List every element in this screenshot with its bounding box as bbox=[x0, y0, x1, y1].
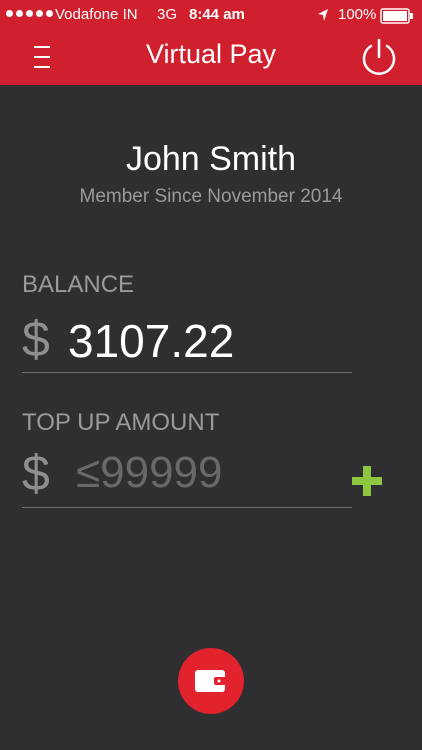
user-name: John Smith bbox=[125, 140, 297, 178]
topup-amount-input[interactable] bbox=[76, 446, 336, 500]
plus-icon[interactable] bbox=[348, 462, 386, 500]
topup-currency-symbol: $ bbox=[22, 445, 50, 501]
balance-amount: 3107.22 bbox=[68, 315, 235, 367]
status-bar: Vodafone IN 3G 8:44 am 100% bbox=[0, 0, 422, 30]
battery-icon bbox=[380, 8, 413, 24]
topup-divider bbox=[22, 507, 352, 508]
wallet-icon bbox=[195, 670, 227, 692]
network-type: 3G bbox=[157, 6, 178, 23]
app-header: Vodafone IN 3G 8:44 am 100% Virtual Pay bbox=[0, 0, 422, 85]
status-time: 8:44 am bbox=[189, 6, 245, 23]
member-since: Member Since November 2014 bbox=[79, 186, 343, 207]
power-icon[interactable] bbox=[358, 36, 400, 78]
topup-label: TOP UP AMOUNT bbox=[22, 409, 220, 436]
balance-label: BALANCE bbox=[22, 271, 135, 298]
wallet-button[interactable] bbox=[178, 648, 244, 714]
signal-dots-icon bbox=[6, 10, 53, 17]
battery-percent: 100% bbox=[338, 6, 377, 23]
balance-currency-symbol: $ bbox=[22, 311, 50, 367]
carrier-name: Vodafone IN bbox=[55, 6, 138, 23]
balance-divider bbox=[22, 372, 352, 373]
location-arrow-icon bbox=[318, 9, 328, 21]
